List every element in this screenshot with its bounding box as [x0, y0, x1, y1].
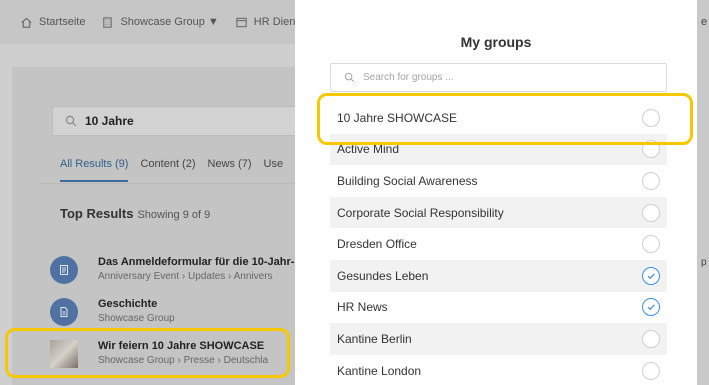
result-title: Das Anmeldeformular für die 10-Jahr-F: [98, 256, 302, 268]
result-tabs: All Results (9) Content (2) News (7) Use: [60, 158, 295, 170]
top-results-heading: Top Results Showing 9 of 9: [60, 206, 210, 221]
search-query: 10 Jahre: [85, 114, 134, 128]
group-search-input[interactable]: [363, 72, 643, 83]
group-select-radio[interactable]: [642, 235, 660, 254]
check-icon: [647, 273, 655, 279]
tab-users[interactable]: Use: [264, 158, 284, 170]
nav-hr[interactable]: HR Dien: [235, 16, 296, 29]
top-results-count: Showing 9 of 9: [137, 209, 211, 221]
nav-hr-label: HR Dien: [253, 16, 296, 28]
search-input[interactable]: 10 Jahre: [52, 106, 302, 136]
group-label: Corporate Social Responsibility: [337, 205, 504, 220]
group-label: Building Social Awareness: [337, 173, 478, 188]
group-select-radio[interactable]: [642, 171, 660, 190]
group-label: Dresden Office: [337, 237, 417, 252]
truncated-text: p: [701, 257, 707, 268]
highlight-annotation: [5, 328, 290, 378]
home-icon: [21, 17, 32, 28]
result-item[interactable]: Geschichte Showcase Group: [50, 298, 175, 326]
group-select-radio[interactable]: [642, 361, 660, 380]
result-meta: Anniversary Event › Updates › Annivers: [98, 271, 273, 282]
group-row[interactable]: Corporate Social Responsibility: [330, 196, 667, 229]
group-label: HR News: [337, 300, 388, 315]
group-row[interactable]: HR News: [330, 292, 667, 324]
nav-home-label: Startseite: [39, 16, 86, 28]
group-row[interactable]: Building Social Awareness: [330, 165, 667, 197]
group-label: Kantine London: [337, 363, 422, 378]
group-row[interactable]: Dresden Office: [330, 228, 667, 260]
group-search-field[interactable]: [330, 63, 667, 92]
form-icon: [60, 265, 68, 275]
group-select-radio[interactable]: [642, 203, 660, 222]
window-icon: [236, 17, 247, 27]
nav-home[interactable]: Startseite: [20, 16, 85, 29]
page-icon: [60, 307, 68, 317]
my-groups-dialog: My groups 10 Jahre SHOWCASE Active Mind …: [295, 0, 697, 385]
tab-all-results[interactable]: All Results (9): [60, 158, 128, 170]
group-row[interactable]: Kantine London: [330, 355, 667, 385]
check-icon: [647, 304, 655, 311]
background-right-edge: e p: [697, 0, 709, 385]
document-avatar: [50, 256, 78, 284]
result-item[interactable]: Das Anmeldeformular für die 10-Jahr-F An…: [50, 256, 301, 284]
result-meta: Showcase Group: [98, 313, 175, 324]
group-select-radio[interactable]: [642, 329, 660, 348]
group-label: Kantine Berlin: [337, 331, 412, 346]
search-icon: [344, 72, 355, 83]
nav-group-label: Showcase Group ▼: [120, 16, 219, 28]
group-select-radio-checked[interactable]: [642, 298, 660, 317]
search-icon: [65, 115, 77, 127]
result-title: Geschichte: [98, 298, 158, 310]
highlight-annotation: [317, 93, 693, 145]
group-row[interactable]: Kantine Berlin: [330, 323, 667, 355]
active-tab-underline: [60, 180, 128, 182]
nav-overflow-text: e: [701, 16, 708, 28]
tabs-divider: [40, 183, 300, 184]
dialog-title: My groups: [460, 34, 532, 50]
group-select-radio-checked[interactable]: [642, 266, 660, 285]
tab-news[interactable]: News (7): [208, 158, 252, 170]
tab-content[interactable]: Content (2): [140, 158, 195, 170]
building-icon: [103, 16, 113, 28]
group-label: Gesundes Leben: [337, 268, 429, 283]
nav-group[interactable]: Showcase Group ▼: [101, 16, 219, 29]
top-results-title: Top Results: [60, 206, 134, 221]
group-row[interactable]: Gesundes Leben: [330, 259, 667, 292]
document-avatar: [50, 298, 78, 326]
